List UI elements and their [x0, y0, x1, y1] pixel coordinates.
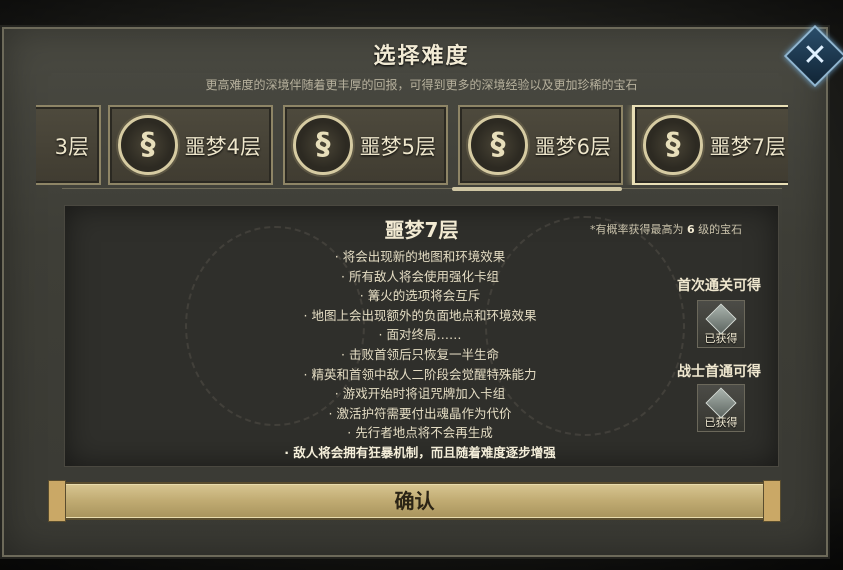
difficulty-card-list[interactable]: 3层 § 噩梦4层 § 噩梦5层 § 噩梦6层 § 噩梦7层: [36, 105, 788, 185]
close-icon[interactable]: ✕: [793, 34, 837, 78]
warrior-clear-reward-item[interactable]: 已获得: [697, 384, 745, 432]
difficulty-card-4[interactable]: § 噩梦4层: [108, 105, 273, 185]
nightmare-emblem-icon: §: [293, 115, 353, 175]
effect-item: · 敌人将会拥有狂暴机制，而且随着难度逐步增强: [284, 444, 556, 460]
card-label: 噩梦4层: [184, 135, 261, 159]
effect-item: · 击败首领后只恢复一半生命: [341, 346, 499, 362]
effect-item: · 面对终局……: [378, 327, 462, 343]
difficulty-card-6[interactable]: § 噩梦6层: [458, 105, 623, 185]
effect-list: · 将会出现新的地图和环境效果 · 所有敌人将会使用强化卡组 · 篝火的选项将会…: [200, 247, 640, 463]
effect-item: · 游戏开始时将诅咒牌加入卡组: [334, 386, 506, 402]
dialog-subtitle: 更高难度的深境伴随着更丰厚的回报，可得到更多的深境经验以及更加珍稀的宝石: [205, 78, 638, 92]
card-label: 噩梦7层: [709, 135, 786, 159]
effect-item: · 精英和首领中敌人二阶段会觉醒特殊能力: [303, 366, 537, 382]
card-scroll-track[interactable]: [62, 188, 782, 194]
hint-level: 6: [687, 223, 695, 236]
nightmare-emblem-icon: §: [468, 115, 528, 175]
nightmare-emblem-icon: §: [118, 115, 178, 175]
effect-item: · 先行者地点将不会再生成: [347, 425, 493, 441]
first-clear-reward-item[interactable]: 已获得: [697, 300, 745, 348]
gem-hint: *有概率获得最高为 6 级的宝石: [590, 221, 742, 237]
warrior-clear-reward-title: 战士首通可得: [677, 364, 761, 380]
nightmare-emblem-icon: §: [643, 115, 703, 175]
reward-status: 已获得: [704, 416, 738, 429]
difficulty-card-3[interactable]: 3层: [36, 105, 101, 185]
effect-item: · 篝火的选项将会互斥: [359, 288, 481, 304]
dialog-title: 选择难度: [373, 44, 470, 69]
card-label: 3层: [54, 135, 89, 159]
reward-status: 已获得: [704, 332, 738, 345]
effect-item: · 地图上会出现额外的负面地点和环境效果: [303, 307, 537, 323]
effect-item: · 激活护符需要付出魂晶作为代价: [328, 405, 512, 421]
first-clear-reward-title: 首次通关可得: [677, 278, 761, 294]
difficulty-card-5[interactable]: § 噩梦5层: [283, 105, 448, 185]
difficulty-card-7[interactable]: § 噩梦7层: [633, 105, 788, 185]
effect-item: · 所有敌人将会使用强化卡组: [341, 268, 499, 284]
hint-prefix: *有概率获得最高为: [590, 223, 684, 236]
effect-item: · 将会出现新的地图和环境效果: [334, 249, 506, 264]
confirm-label: 确认: [394, 489, 435, 513]
card-label: 噩梦6层: [534, 135, 611, 159]
card-scroll-thumb[interactable]: [452, 187, 622, 191]
hint-suffix: 级的宝石: [698, 223, 743, 236]
card-label: 噩梦5层: [359, 135, 436, 159]
confirm-button[interactable]: 确认: [48, 480, 781, 522]
